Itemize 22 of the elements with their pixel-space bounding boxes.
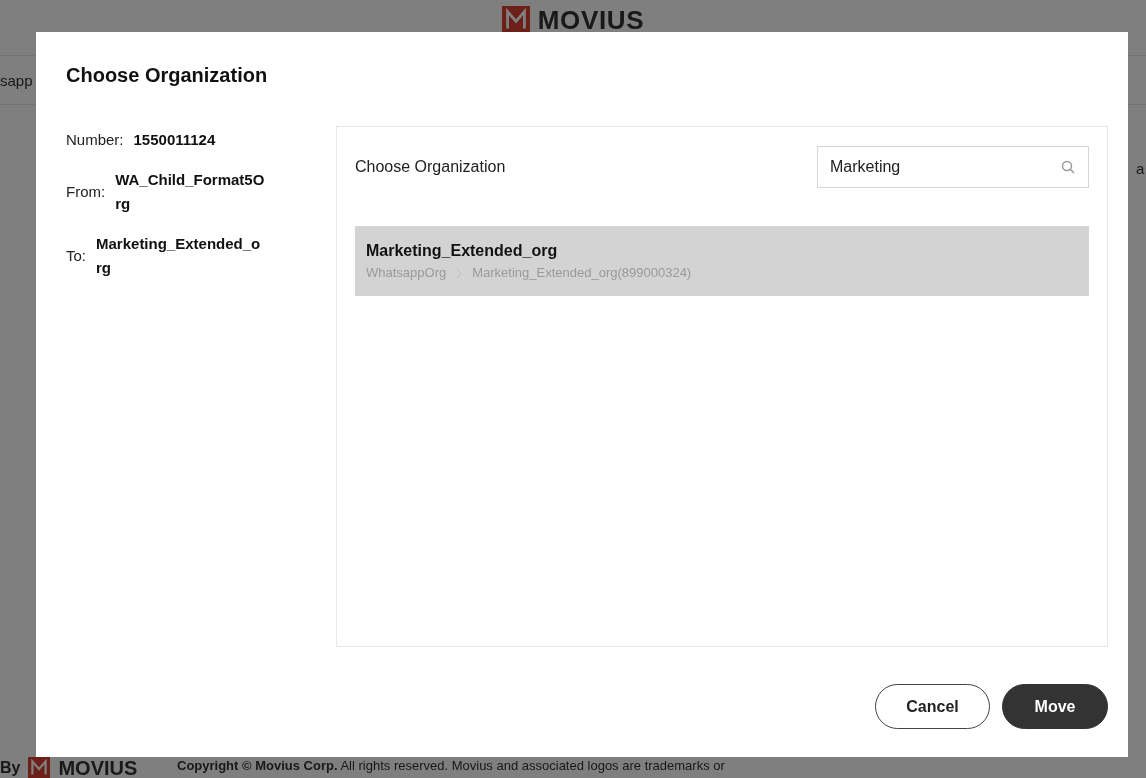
logo-text: MOVIUS <box>537 7 645 33</box>
breadcrumb-text: WhatsappOrg <box>366 264 447 283</box>
detail-value: WA_Child_Format5O rg <box>115 170 266 214</box>
detail-value: 1550011124 <box>133 130 217 150</box>
detail-label: To: <box>66 245 86 266</box>
copyright-text: Copyright © Movius Corp. All rights reserved. Movius and associated logos are trademarks or <box>177 757 725 775</box>
page-text: sapp <box>0 71 33 91</box>
panel-title: Choose Organization <box>355 157 506 177</box>
page-text: a <box>1136 159 1145 179</box>
detail-label: Number: <box>66 129 124 150</box>
logo-text: MOVIUS <box>58 758 138 778</box>
footer-text: By <box>0 758 21 778</box>
search-icon <box>1061 160 1075 174</box>
move-button[interactable]: Move <box>1002 684 1108 729</box>
organization-item[interactable]: Marketing_Extended_org WhatsappOrg Marketing_Extended_org(899000324) <box>355 226 1089 296</box>
search-field[interactable]: Marketing <box>817 146 1089 188</box>
breadcrumb-text: Marketing_Extended_org(899000324) <box>472 264 692 283</box>
cancel-button[interactable]: Cancel <box>875 684 990 729</box>
detail-label: From: <box>66 181 106 202</box>
detail-value: Marketing_Extended_o rg <box>96 234 261 278</box>
dialog-title: Choose Organization <box>66 63 268 88</box>
organization-name: Marketing_Extended_org <box>366 241 559 262</box>
